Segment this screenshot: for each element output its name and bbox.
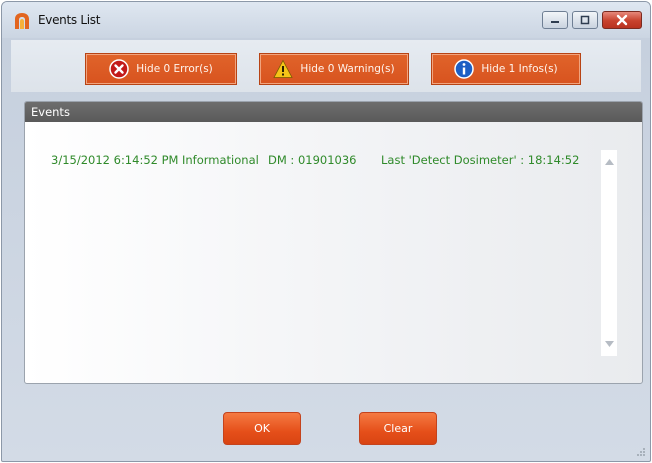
error-icon bbox=[109, 59, 129, 79]
window-controls bbox=[538, 11, 642, 31]
events-panel-header: Events bbox=[25, 102, 642, 122]
events-scrollbar[interactable] bbox=[601, 150, 617, 356]
maximize-button[interactable] bbox=[572, 11, 598, 29]
maximize-icon bbox=[580, 15, 590, 25]
window-title: Events List bbox=[38, 13, 101, 27]
events-panel: Events 3/15/2012 6:14:52 PM Informationa… bbox=[24, 101, 643, 384]
warning-icon bbox=[273, 59, 294, 78]
hide-errors-label: Hide 0 Error(s) bbox=[136, 63, 213, 75]
app-logo-icon bbox=[15, 13, 29, 29]
scroll-down-arrow-icon bbox=[604, 341, 614, 347]
minimize-icon bbox=[551, 21, 559, 23]
hide-warnings-button[interactable]: Hide 0 Warning(s) bbox=[259, 53, 409, 85]
scroll-down-button[interactable] bbox=[601, 336, 617, 352]
hide-errors-button[interactable]: Hide 0 Error(s) bbox=[85, 53, 237, 85]
resize-grip-icon[interactable] bbox=[636, 447, 646, 457]
event-type: Informational bbox=[182, 153, 259, 167]
filter-bar: Hide 0 Error(s) Hide 0 Warning(s) Hide 1… bbox=[11, 40, 641, 92]
hide-warnings-label: Hide 0 Warning(s) bbox=[300, 63, 395, 75]
info-icon bbox=[454, 59, 475, 79]
event-datetime: 3/15/2012 6:14:52 PM bbox=[51, 153, 179, 167]
event-device: DM : 01901036 bbox=[268, 153, 357, 167]
close-icon bbox=[616, 14, 628, 26]
hide-infos-button[interactable]: Hide 1 Infos(s) bbox=[431, 53, 581, 85]
events-list-window: Events List Hide 0 Error(s) Hide 0 Warni… bbox=[1, 1, 651, 462]
clear-button[interactable]: Clear bbox=[359, 412, 437, 445]
minimize-button[interactable] bbox=[542, 11, 568, 29]
scroll-up-button[interactable] bbox=[601, 154, 617, 170]
ok-button[interactable]: OK bbox=[223, 412, 301, 445]
hide-infos-label: Hide 1 Infos(s) bbox=[481, 63, 558, 75]
title-bar[interactable]: Events List bbox=[2, 2, 650, 38]
scroll-up-arrow-icon bbox=[604, 159, 614, 165]
event-message: Last 'Detect Dosimeter' : 18:14:52 bbox=[381, 153, 580, 167]
close-button[interactable] bbox=[602, 11, 642, 29]
